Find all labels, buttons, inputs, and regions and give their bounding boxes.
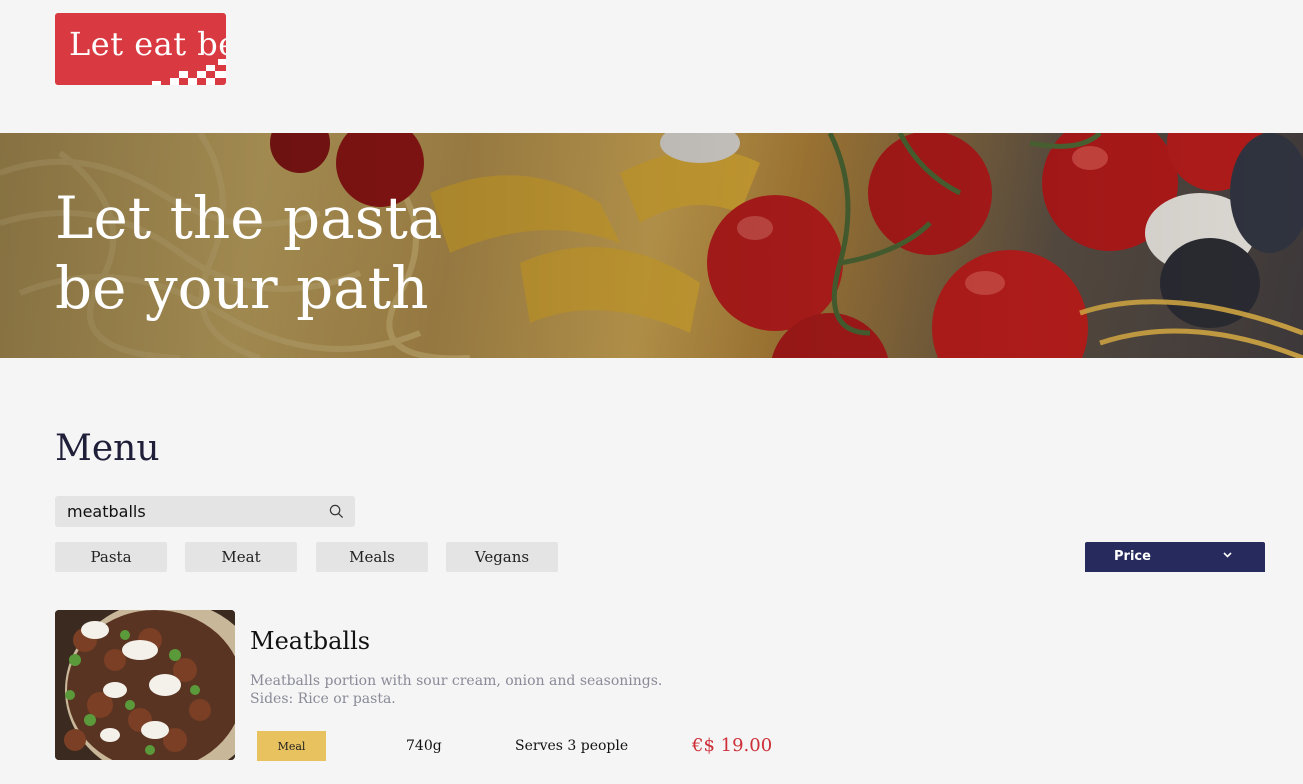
logo-text: Let eat be (69, 25, 226, 63)
category-meals-button[interactable]: Meals (316, 542, 428, 572)
item-photo[interactable] (55, 610, 235, 760)
search-icon[interactable] (329, 504, 344, 519)
item-serves: Serves 3 people (515, 738, 629, 754)
item-name[interactable]: Meatballs (250, 627, 370, 655)
item-description: Meatballs portion with sour cream, onion… (250, 673, 663, 707)
category-meat-button[interactable]: Meat (185, 542, 297, 572)
chevron-down-icon (1223, 552, 1232, 558)
hero-banner: Let the pasta be your path (0, 133, 1303, 358)
search-bar (55, 496, 355, 527)
menu-title: Menu (55, 428, 160, 469)
meatballs-photo (55, 610, 235, 760)
category-vegans-button[interactable]: Vegans (446, 542, 558, 572)
item-weight: 740g (406, 738, 442, 754)
item-price: €$ 19.00 (692, 735, 773, 756)
sort-label: Price (1114, 549, 1151, 564)
brand-logo[interactable]: Let eat be (55, 13, 226, 85)
search-input[interactable] (55, 496, 315, 527)
hero-title: Let the pasta be your path (55, 184, 443, 322)
checkered-pattern (152, 59, 226, 85)
sort-price-dropdown[interactable]: Price (1085, 542, 1265, 572)
item-category-badge: Meal (257, 731, 326, 761)
category-pasta-button[interactable]: Pasta (55, 542, 167, 572)
